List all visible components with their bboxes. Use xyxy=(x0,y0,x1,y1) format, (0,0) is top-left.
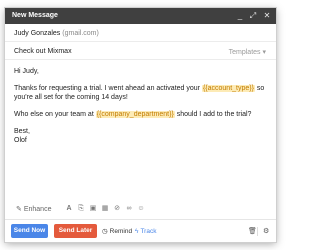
expand-icon[interactable]: ⤢ xyxy=(248,11,258,21)
compose-window: New Message _ ⤢ ✕ Judy Gonzales (gmail.c… xyxy=(5,8,276,242)
closing: Best, xyxy=(14,128,30,135)
checkmark-icon[interactable]: ⊘ xyxy=(113,204,121,213)
trash-icon[interactable]: 🗑 xyxy=(248,228,257,236)
body-paragraph-1: Thanks for requesting a trial. I went ah… xyxy=(14,85,265,101)
recipient-email: (gmail.com) xyxy=(62,30,99,37)
calendar-icon[interactable]: ▦ xyxy=(101,204,109,213)
greeting: Hi Judy, xyxy=(14,68,39,75)
subject-field[interactable]: Check out Mixmax Templates ▾ xyxy=(5,43,276,60)
send-now-button[interactable]: Send Now xyxy=(11,224,48,238)
attach-icon[interactable]: ⎘ xyxy=(77,204,85,213)
signature-block: Best, Olof xyxy=(14,127,269,145)
enhance-label: Enhance xyxy=(23,206,52,213)
close-icon[interactable]: ✕ xyxy=(262,11,272,21)
track-label: Track xyxy=(140,228,157,235)
minimize-icon[interactable]: _ xyxy=(235,11,245,21)
remind-label: Remind xyxy=(109,228,133,235)
subject-text: Check out Mixmax xyxy=(14,48,72,55)
variable-company-department[interactable]: {{company_department}} xyxy=(95,111,175,118)
emoji-icon[interactable]: ☺ xyxy=(137,204,145,213)
magic-wand-icon: ✎ xyxy=(16,206,22,213)
divider xyxy=(257,227,258,236)
link-icon[interactable]: ∞ xyxy=(125,204,133,213)
remind-button[interactable]: ◷ Remind xyxy=(102,228,132,236)
to-field[interactable]: Judy Gonzales (gmail.com) xyxy=(5,25,276,42)
track-button[interactable]: ϟ Track xyxy=(135,228,156,236)
recipient-name: Judy Gonzales xyxy=(14,30,61,37)
lightning-icon: ϟ xyxy=(135,228,139,235)
text-format-icon[interactable]: A xyxy=(65,204,73,213)
message-body[interactable]: Hi Judy, Thanks for requesting a trial. … xyxy=(14,67,269,153)
signature-name: Olof xyxy=(14,137,27,144)
formatting-toolbar: ✎ Enhance A ⎘ ▣ ▦ ⊘ ∞ ☺ xyxy=(5,204,276,214)
image-icon[interactable]: ▣ xyxy=(89,204,97,213)
body-paragraph-2: Who else on your team at {{company_depar… xyxy=(14,111,252,118)
variable-account-type[interactable]: {{account_type}} xyxy=(201,85,255,92)
compose-title-bar: New Message _ ⤢ ✕ xyxy=(5,8,276,24)
recipient[interactable]: Judy Gonzales (gmail.com) xyxy=(14,30,99,37)
enhance-button[interactable]: ✎ Enhance xyxy=(16,205,51,213)
gear-icon[interactable]: ⚙ xyxy=(263,228,269,236)
action-bar: Send Now Send Later ◷ Remind ϟ Track 🗑 ⚙ xyxy=(5,219,276,243)
templates-dropdown[interactable]: Templates ▾ xyxy=(229,48,266,56)
compose-title: New Message xyxy=(12,12,58,19)
send-later-button[interactable]: Send Later xyxy=(54,224,97,238)
clock-icon: ◷ xyxy=(102,228,108,235)
